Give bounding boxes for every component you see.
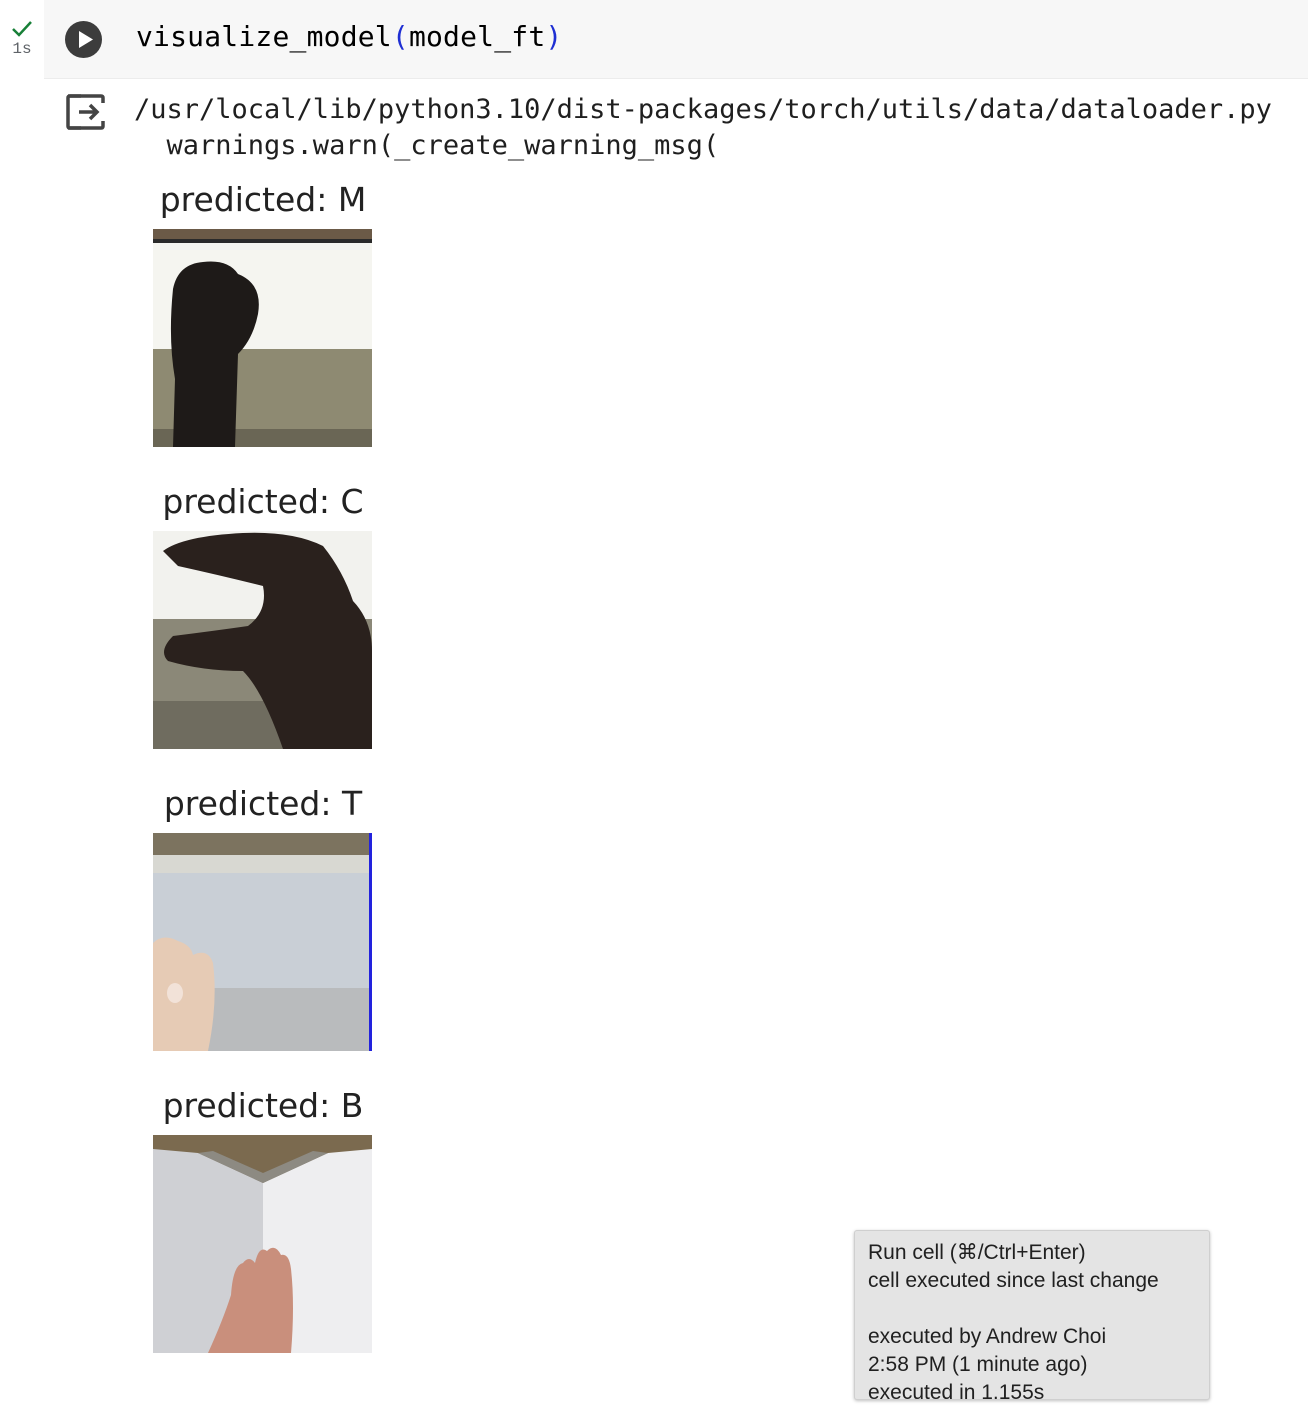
execution-time: 1s [12,40,32,58]
code-paren-close: ) [545,20,563,53]
stderr-output: /usr/local/lib/python3.10/dist-packages/… [134,92,1272,164]
run-cell-button[interactable] [65,21,102,58]
code-editor[interactable]: visualize_model(model_ft) [136,20,562,53]
tooltip-line: cell executed since last change [868,1269,1159,1292]
code-cell[interactable]: visualize_model(model_ft) [44,0,1308,79]
tooltip-line: executed by Andrew Choi [868,1325,1107,1348]
code-argument: model_ft [408,20,546,53]
cell-status: 1s [0,14,44,58]
tooltip-line: executed in 1.155s [868,1381,1045,1404]
plot-title: predicted: M [159,180,367,219]
stderr-line: /usr/local/lib/python3.10/dist-packages/… [134,94,1272,125]
prediction-image [153,229,372,447]
prediction-image [153,531,372,749]
prediction-image [153,833,372,1051]
code-paren-open: ( [391,20,409,53]
plot-title: predicted: C [162,482,364,521]
code-function: visualize_model [136,20,392,53]
play-icon [79,31,93,48]
tooltip-line [868,1295,1196,1323]
run-cell-tooltip: Run cell (⌘/Ctrl+Enter) cell executed si… [854,1230,1210,1404]
output-redirect-icon[interactable] [65,93,105,131]
stderr-line: warnings.warn(_create_warning_msg( [134,130,720,161]
plot-title: predicted: T [163,784,363,823]
tooltip-line: Run cell (⌘/Ctrl+Enter) [868,1241,1086,1264]
plot-title: predicted: B [162,1086,364,1125]
tooltip-line: 2:58 PM (1 minute ago) [868,1353,1088,1376]
prediction-image [153,1135,372,1353]
checkmark-icon [12,21,32,37]
